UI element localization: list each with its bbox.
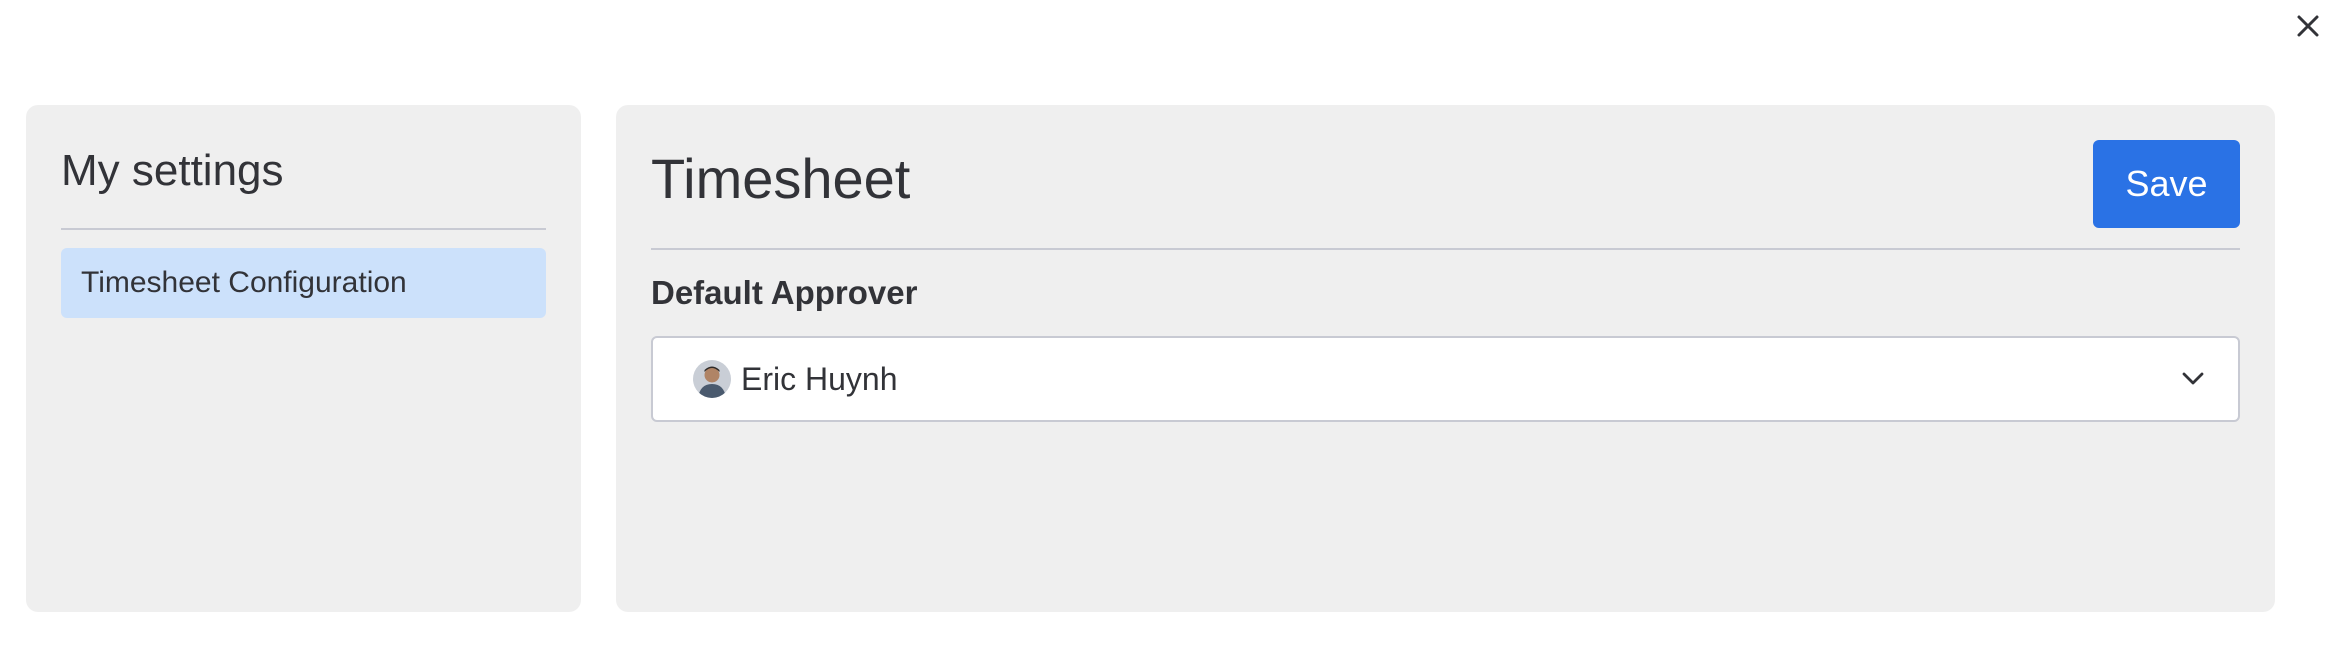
avatar — [693, 360, 731, 398]
default-approver-value: Eric Huynh — [741, 360, 898, 397]
settings-modal: My settings Timesheet Configuration Time… — [0, 0, 2336, 656]
close-button[interactable] — [2290, 8, 2326, 44]
chevron-down-icon — [2178, 364, 2208, 394]
page-title: Timesheet — [651, 147, 911, 210]
sidebar-divider — [61, 227, 546, 230]
sidebar-item-timesheet-configuration[interactable]: Timesheet Configuration — [61, 247, 546, 318]
default-approver-select[interactable]: Eric Huynh — [651, 336, 2240, 422]
settings-sidebar: My settings Timesheet Configuration — [26, 105, 581, 612]
close-icon — [2297, 15, 2319, 37]
main-header: Timesheet Save — [651, 140, 2240, 250]
save-button[interactable]: Save — [2093, 140, 2240, 228]
default-approver-label: Default Approver — [651, 274, 918, 311]
sidebar-item-label: Timesheet Configuration — [81, 265, 407, 299]
settings-main-panel: Timesheet Save Default Approver Eric Huy… — [616, 105, 2275, 612]
sidebar-title: My settings — [61, 146, 284, 195]
